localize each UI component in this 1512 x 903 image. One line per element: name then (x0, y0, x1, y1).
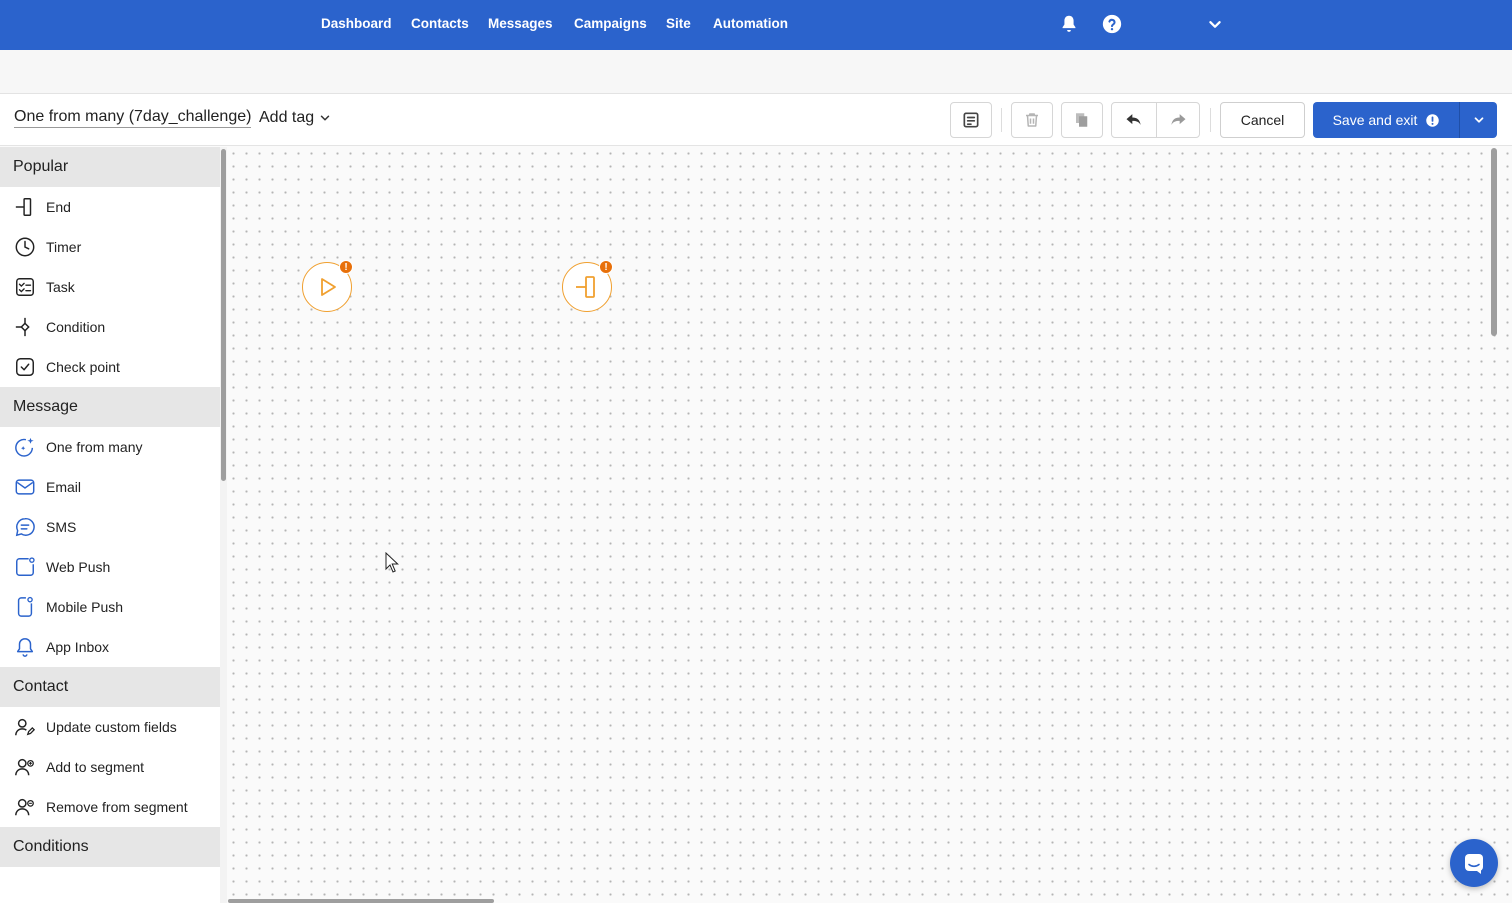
condition-icon (13, 315, 37, 339)
nav-dashboard[interactable]: Dashboard (321, 16, 392, 31)
save-and-exit-button[interactable]: Save and exit (1313, 102, 1460, 138)
trash-icon (1026, 113, 1038, 127)
element-palette-sidebar: Popular End Timer Task Condition Check p… (0, 147, 220, 903)
toolbar-divider (1210, 108, 1211, 132)
mobile-push-icon (13, 595, 37, 619)
play-icon (321, 278, 336, 296)
section-header-contact: Contact (0, 667, 220, 707)
palette-item-label: Update custom fields (46, 719, 177, 735)
bell-icon (13, 635, 37, 659)
palette-item-label: Mobile Push (46, 599, 124, 615)
sms-icon (13, 515, 37, 539)
cancel-button[interactable]: Cancel (1220, 102, 1305, 138)
delete-button[interactable] (1011, 102, 1053, 138)
undo-icon (1126, 114, 1141, 125)
palette-item-mobile-push[interactable]: Mobile Push (0, 587, 220, 627)
palette-item-label: Remove from segment (46, 799, 188, 815)
save-options-dropdown[interactable] (1459, 102, 1497, 138)
warning-badge: ! (599, 260, 613, 274)
sidebar-scrollbar[interactable] (221, 149, 226, 481)
palette-item-label: End (46, 199, 71, 215)
canvas-vertical-scrollbar[interactable] (1491, 148, 1497, 336)
palette-item-label: App Inbox (46, 639, 110, 655)
palette-item-app-inbox[interactable]: App Inbox (0, 627, 220, 667)
nav-automation[interactable]: Automation (713, 16, 788, 31)
chevron-down-icon[interactable] (1204, 13, 1226, 35)
start-node[interactable]: ! (302, 260, 353, 312)
redo-button[interactable] (1156, 102, 1200, 138)
warning-badge: ! (339, 260, 353, 274)
toolbar-divider (1001, 108, 1002, 132)
palette-item-condition[interactable]: Condition (0, 307, 220, 347)
notes-icon (963, 112, 979, 128)
palette-item-label: Add to segment (46, 759, 145, 775)
sparkle-chat-icon (13, 435, 37, 459)
checkpoint-icon (13, 355, 37, 379)
copy-icon (1076, 113, 1088, 127)
palette-item-remove-from-segment[interactable]: Remove from segment (0, 787, 220, 827)
task-icon (13, 275, 37, 299)
redo-icon (1171, 114, 1186, 125)
nav-contacts[interactable]: Contacts (411, 16, 469, 31)
web-push-icon (13, 555, 37, 579)
flow-name-input[interactable]: One from many (7day_challenge) (14, 108, 252, 128)
end-node[interactable]: ! (562, 260, 613, 312)
help-icon[interactable] (1101, 13, 1123, 35)
nav-campaigns[interactable]: Campaigns (574, 16, 647, 31)
alert-icon (1426, 113, 1440, 127)
editor-toolbar: One from many (7day_challenge) Add tag C… (0, 94, 1512, 146)
add-tag-label: Add tag (259, 109, 315, 126)
canvas-horizontal-scrollbar[interactable] (228, 899, 494, 903)
bell-icon[interactable] (1058, 13, 1080, 35)
add-tag-dropdown[interactable]: Add tag (259, 109, 332, 127)
notes-button[interactable] (950, 102, 992, 138)
user-remove-icon (13, 795, 37, 819)
mouse-pointer-icon (385, 552, 399, 573)
palette-item-label: One from many (46, 439, 143, 455)
palette-item-check-point[interactable]: Check point (0, 347, 220, 387)
section-header-conditions: Conditions (0, 827, 220, 867)
palette-item-add-to-segment[interactable]: Add to segment (0, 747, 220, 787)
palette-item-end[interactable]: End (0, 187, 220, 227)
nav-messages[interactable]: Messages (488, 16, 553, 31)
nav-site[interactable]: Site (666, 16, 691, 31)
palette-item-label: Task (46, 279, 75, 295)
palette-item-label: Check point (46, 359, 120, 375)
palette-item-label: Email (46, 479, 82, 495)
chevron-down-icon (320, 115, 330, 121)
copy-button[interactable] (1061, 102, 1103, 138)
workflow-canvas[interactable]: ! ! (227, 147, 1512, 903)
sub-header-strip (0, 50, 1512, 94)
palette-item-task[interactable]: Task (0, 267, 220, 307)
palette-item-email[interactable]: Email (0, 467, 220, 507)
palette-item-one-from-many[interactable]: One from many (0, 427, 220, 467)
section-header-popular: Popular (0, 147, 220, 187)
end-icon (13, 195, 37, 219)
undo-button[interactable] (1111, 102, 1157, 138)
chat-icon (1465, 854, 1483, 874)
palette-item-label: Web Push (46, 559, 111, 575)
top-navigation-bar: Dashboard Contacts Messages Campaigns Si… (0, 0, 1512, 50)
palette-item-update-custom-fields[interactable]: Update custom fields (0, 707, 220, 747)
palette-item-label: SMS (46, 519, 77, 535)
section-header-message: Message (0, 387, 220, 427)
chat-support-button[interactable] (1450, 839, 1498, 887)
save-button-label: Save and exit (1332, 112, 1418, 128)
palette-item-timer[interactable]: Timer (0, 227, 220, 267)
user-add-icon (13, 755, 37, 779)
palette-item-sms[interactable]: SMS (0, 507, 220, 547)
timer-icon (13, 235, 37, 259)
palette-item-label: Timer (46, 239, 82, 255)
palette-item-label: Condition (46, 319, 106, 335)
user-edit-icon (13, 715, 37, 739)
chevron-down-icon (1474, 117, 1483, 123)
end-icon (576, 276, 595, 298)
email-icon (13, 475, 37, 499)
palette-item-web-push[interactable]: Web Push (0, 547, 220, 587)
